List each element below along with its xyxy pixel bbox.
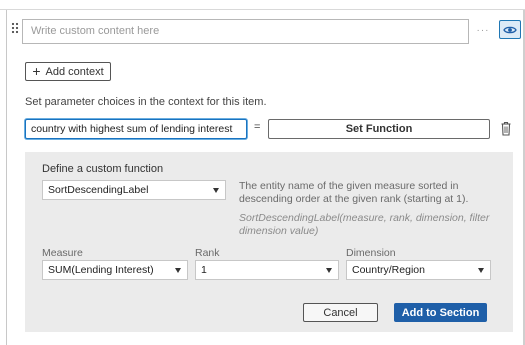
measure-label: Measure <box>42 247 83 259</box>
add-context-button[interactable]: + Add context <box>25 62 111 81</box>
dimension-label: Dimension <box>346 247 396 259</box>
caret-down-icon <box>326 268 332 273</box>
custom-content-input[interactable]: Write custom content here <box>22 19 469 44</box>
preview-toggle-button[interactable] <box>499 20 521 39</box>
cancel-button[interactable]: Cancel <box>303 303 378 322</box>
editor-frame: Write custom content here ··· + Add cont… <box>0 0 525 345</box>
measure-select[interactable]: SUM(Lending Interest) <box>42 260 188 280</box>
parameter-input[interactable]: country with highest sum of lending inte… <box>25 119 247 139</box>
dimension-select-value: Country/Region <box>352 264 425 276</box>
caret-down-icon <box>213 188 219 193</box>
drag-handle-icon[interactable] <box>11 22 19 34</box>
dimension-select[interactable]: Country/Region <box>346 260 491 280</box>
function-signature: SortDescendingLabel(measure, rank, dimen… <box>239 212 490 237</box>
caret-down-icon <box>478 268 484 273</box>
caret-down-icon <box>175 268 181 273</box>
function-select[interactable]: SortDescendingLabel <box>42 180 226 200</box>
measure-select-value: SUM(Lending Interest) <box>48 264 154 276</box>
set-function-button[interactable]: Set Function <box>268 119 490 139</box>
rank-label: Rank <box>195 247 220 259</box>
plus-icon: + <box>32 63 41 79</box>
more-icon[interactable]: ··· <box>476 22 490 40</box>
function-select-value: SortDescendingLabel <box>48 184 149 196</box>
custom-function-panel: Define a custom function SortDescendingL… <box>25 152 513 332</box>
trash-icon[interactable] <box>500 121 512 136</box>
rank-select[interactable]: 1 <box>195 260 339 280</box>
instruction-text: Set parameter choices in the context for… <box>25 96 267 108</box>
add-context-label: Add context <box>45 65 104 78</box>
frame-left-border <box>6 10 7 345</box>
rank-select-value: 1 <box>201 264 207 276</box>
function-description: The entity name of the given measure sor… <box>239 180 469 205</box>
eye-icon <box>503 26 517 33</box>
equals-sign: = <box>254 121 261 133</box>
frame-top-border <box>0 0 525 10</box>
panel-title: Define a custom function <box>42 163 164 175</box>
add-to-section-button[interactable]: Add to Section <box>394 303 487 322</box>
